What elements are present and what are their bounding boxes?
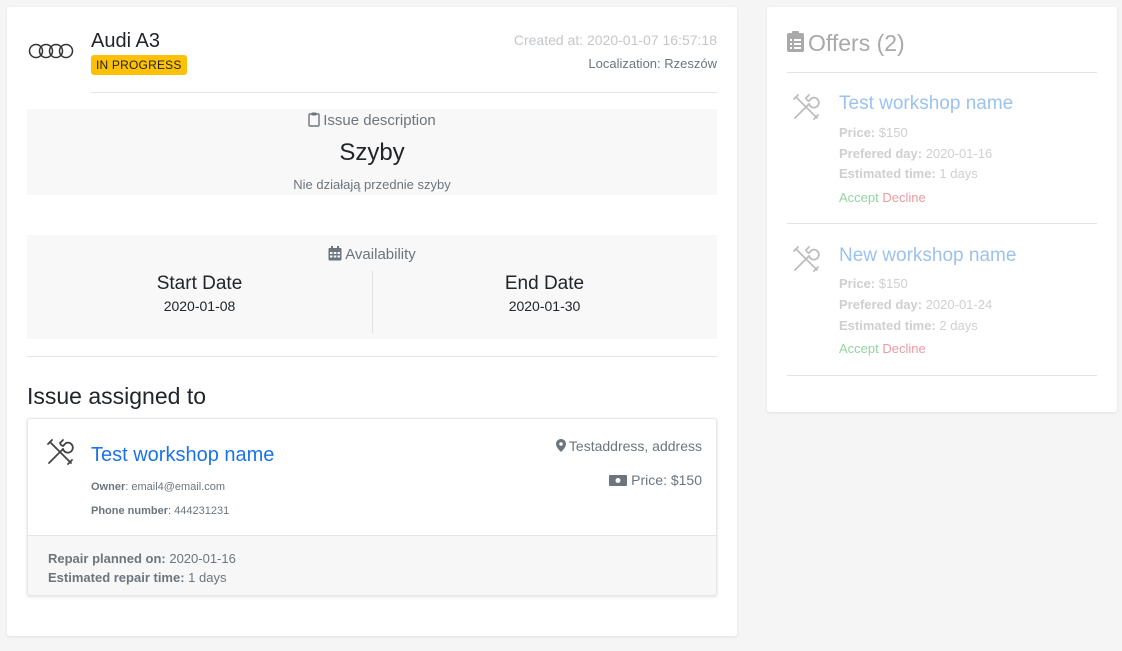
offer-workshop-link[interactable]: Test workshop name: [839, 93, 1013, 115]
tools-icon: [793, 246, 820, 272]
car-name: Audi A3: [91, 30, 160, 52]
workshop-address: Testaddress, address: [555, 438, 702, 454]
offer-actions: Accept Decline: [839, 341, 926, 356]
decline-offer-button[interactable]: Decline: [882, 190, 925, 205]
money-icon: [609, 475, 628, 486]
availability-panel: Availability Start Date 2020-01-08 End D…: [27, 235, 717, 339]
start-date-label: Start Date: [156, 273, 243, 294]
offer-prefered-day: Prefered day: 2020-01-24: [839, 297, 993, 312]
owner-line: Owner: email4@email.com: [91, 481, 226, 493]
issue-description-panel: Issue description Szyby Nie działają prz…: [27, 109, 717, 195]
repair-planned-line: Repair planned on: 2020-01-16: [48, 551, 236, 566]
phone-line: Phone number: 444231231: [91, 505, 230, 517]
workshop-price: Price: $150: [609, 472, 702, 488]
offer-item: New workshop name Price: $150 Prefered d…: [787, 225, 1097, 375]
divider: [787, 223, 1097, 224]
offer-price: Price: $150: [839, 276, 908, 291]
offer-estimated-time: Estimated time: 1 days: [839, 166, 978, 181]
clipboard-icon: [308, 112, 320, 127]
status-badge: IN PROGRESS: [91, 55, 187, 75]
calendar-icon: [328, 246, 342, 261]
decline-offer-button[interactable]: Decline: [882, 341, 925, 356]
divider: [91, 92, 717, 93]
assigned-heading: Issue assigned to: [27, 383, 207, 409]
availability-heading: Availability: [27, 235, 717, 263]
audi-logo-icon: [28, 43, 74, 59]
issue-card: Audi A3 IN PROGRESS Created at: 2020-01-…: [7, 7, 737, 636]
offer-workshop-link[interactable]: New workshop name: [839, 245, 1016, 267]
start-date: Start Date 2020-01-08: [27, 273, 372, 314]
localization: Localization: Rzeszów: [588, 56, 717, 71]
accept-offer-button[interactable]: Accept: [839, 190, 879, 205]
start-date-value: 2020-01-08: [163, 298, 236, 314]
tools-icon: [47, 439, 74, 465]
offers-title: Offers (2): [787, 30, 905, 57]
created-at: Created at: 2020-01-07 16:57:18: [513, 32, 717, 48]
offers-card: Offers (2) Test workshop name Price: $15…: [767, 7, 1117, 412]
end-date-label: End Date: [504, 273, 585, 294]
tools-icon: [793, 94, 820, 120]
accept-offer-button[interactable]: Accept: [839, 341, 879, 356]
clipboard-list-icon: [787, 31, 804, 52]
end-date-value: 2020-01-30: [508, 298, 581, 314]
issue-description: Nie działają przednie szyby: [293, 177, 451, 192]
divider: [787, 375, 1097, 376]
assignment-footer: Repair planned on: 2020-01-16 Estimated …: [28, 535, 716, 595]
assigned-workshop-card: Test workshop name Owner: email4@email.c…: [27, 418, 717, 596]
estimated-time-line: Estimated repair time: 1 days: [48, 570, 227, 585]
divider: [27, 356, 717, 357]
offer-actions: Accept Decline: [839, 190, 926, 205]
assigned-workshop-link[interactable]: Test workshop name: [91, 444, 274, 467]
offer-estimated-time: Estimated time: 2 days: [839, 318, 978, 333]
issue-description-heading: Issue description: [27, 109, 717, 129]
offer-prefered-day: Prefered day: 2020-01-16: [839, 146, 993, 161]
offer-item: Test workshop name Price: $150 Prefered …: [787, 73, 1097, 223]
offer-price: Price: $150: [839, 125, 908, 140]
issue-title: Szyby: [339, 139, 405, 166]
end-date: End Date 2020-01-30: [372, 273, 717, 314]
map-marker-icon: [555, 439, 566, 452]
